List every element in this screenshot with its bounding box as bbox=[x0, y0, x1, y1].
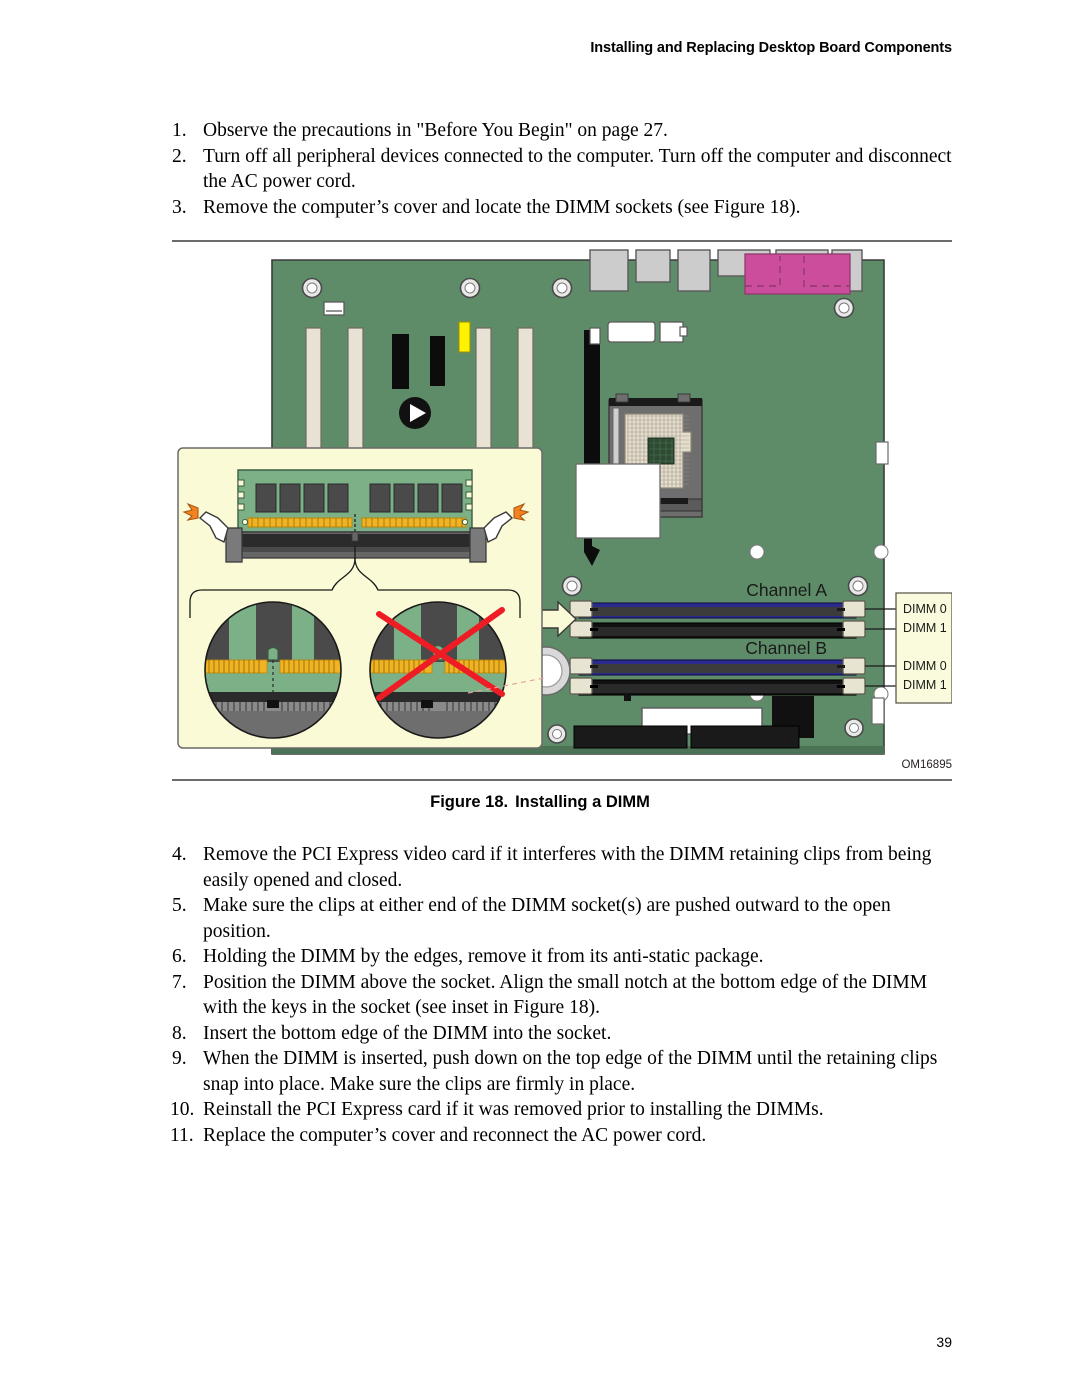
figure-rule-top bbox=[172, 240, 952, 242]
list-item-text: Turn off all peripheral devices connecte… bbox=[203, 145, 952, 193]
list-item: 3. Remove the computer’s cover and locat… bbox=[172, 195, 962, 221]
list-item-text: Holding the DIMM by the edges, remove it… bbox=[203, 946, 764, 967]
list-item-text: Make sure the clips at either end of the… bbox=[203, 895, 891, 942]
figure-caption-number: Figure 18. bbox=[430, 793, 509, 811]
figure-caption: Figure 18. Installing a DIMM bbox=[0, 793, 1080, 812]
dimm-socket-channel-b-dimm0 bbox=[569, 657, 866, 676]
list-item-number: 8. bbox=[172, 1022, 187, 1044]
list-item-text: When the DIMM is inserted, push down on … bbox=[203, 1048, 938, 1095]
dimm-module bbox=[237, 469, 473, 534]
label-channel-b-dimm1: DIMM 1 bbox=[903, 678, 947, 692]
channel-a-label: Channel A bbox=[746, 580, 827, 600]
list-item-text: Reinstall the PCI Express card if it was… bbox=[203, 1099, 824, 1120]
list-item-number: 4. bbox=[172, 844, 187, 865]
list-item-text: Remove the computer’s cover and locate t… bbox=[203, 196, 801, 218]
list-item-number: 11. bbox=[170, 1124, 194, 1146]
list-item-number: 9. bbox=[172, 1048, 187, 1069]
label-channel-a-dimm1: DIMM 1 bbox=[903, 621, 947, 635]
dimm-socket-channel-a-dimm0 bbox=[569, 600, 866, 619]
list-item: 7. Position the DIMM above the socket. A… bbox=[172, 970, 962, 1021]
list-item: 4. Remove the PCI Express video card if … bbox=[172, 842, 962, 893]
list-item: 10. Reinstall the PCI Express card if it… bbox=[170, 1097, 962, 1123]
detail-circle-correct-alignment bbox=[204, 601, 342, 739]
list-item-number: 6. bbox=[172, 946, 187, 967]
list-item: 8. Insert the bottom edge of the DIMM in… bbox=[172, 1021, 962, 1047]
dimm-installation-inset bbox=[177, 447, 545, 749]
list-item-number: 2. bbox=[172, 145, 187, 167]
list-item-number: 10. bbox=[170, 1099, 195, 1120]
procedure-steps-after-figure: 4. Remove the PCI Express video card if … bbox=[170, 842, 962, 1149]
list-item: 11. Replace the computer’s cover and rec… bbox=[170, 1123, 962, 1149]
list-item: 2. Turn off all peripheral devices conne… bbox=[172, 144, 962, 195]
audio-connector-block bbox=[744, 253, 851, 295]
channel-b-label: Channel B bbox=[745, 638, 827, 658]
page-number: 39 bbox=[936, 1334, 952, 1350]
list-item-text: Remove the PCI Express video card if it … bbox=[203, 844, 932, 891]
list-item-number: 7. bbox=[172, 971, 187, 993]
speaker-icon bbox=[399, 397, 431, 429]
figure-installing-a-dimm: Channel A Channel B DIMM 0 DIMM 1 DIMM 0… bbox=[172, 246, 952, 776]
figure-rule-bottom bbox=[172, 779, 952, 781]
list-item-number: 3. bbox=[172, 196, 187, 218]
ide-connector-1 bbox=[573, 725, 688, 749]
list-item-number: 5. bbox=[172, 895, 187, 916]
figure-om-code: OM16895 bbox=[901, 759, 952, 771]
ide-connector-2 bbox=[690, 725, 800, 749]
list-item-text: Replace the computer’s cover and reconne… bbox=[203, 1124, 707, 1146]
small-header-connector bbox=[323, 301, 345, 316]
dimm-socket-channel-b-dimm1 bbox=[569, 677, 866, 696]
procedure-steps-before-figure: 1. Observe the precautions in "Before Yo… bbox=[172, 118, 962, 220]
page-running-header: Installing and Replacing Desktop Board C… bbox=[590, 40, 952, 56]
list-item: 1. Observe the precautions in "Before Yo… bbox=[172, 118, 962, 144]
figure-caption-title: Installing a DIMM bbox=[515, 793, 650, 811]
dimm-socket-channel-a-dimm1 bbox=[569, 620, 866, 639]
list-item-number: 1. bbox=[172, 120, 187, 141]
list-item-text: Observe the precautions in "Before You B… bbox=[203, 120, 668, 141]
list-item-text: Position the DIMM above the socket. Alig… bbox=[203, 971, 928, 1019]
detail-circle-incorrect-alignment bbox=[369, 601, 507, 739]
list-item: 9. When the DIMM is inserted, push down … bbox=[172, 1046, 962, 1097]
list-item: 6. Holding the DIMM by the edges, remove… bbox=[172, 944, 962, 970]
desktop-board-illustration: Channel A Channel B DIMM 0 DIMM 1 DIMM 0… bbox=[177, 249, 952, 755]
label-channel-a-dimm0: DIMM 0 bbox=[903, 602, 947, 616]
list-item-text: Insert the bottom edge of the DIMM into … bbox=[203, 1022, 612, 1044]
list-item: 5. Make sure the clips at either end of … bbox=[172, 893, 962, 944]
dimm-socket-inset bbox=[225, 527, 487, 563]
label-channel-b-dimm0: DIMM 0 bbox=[903, 659, 947, 673]
